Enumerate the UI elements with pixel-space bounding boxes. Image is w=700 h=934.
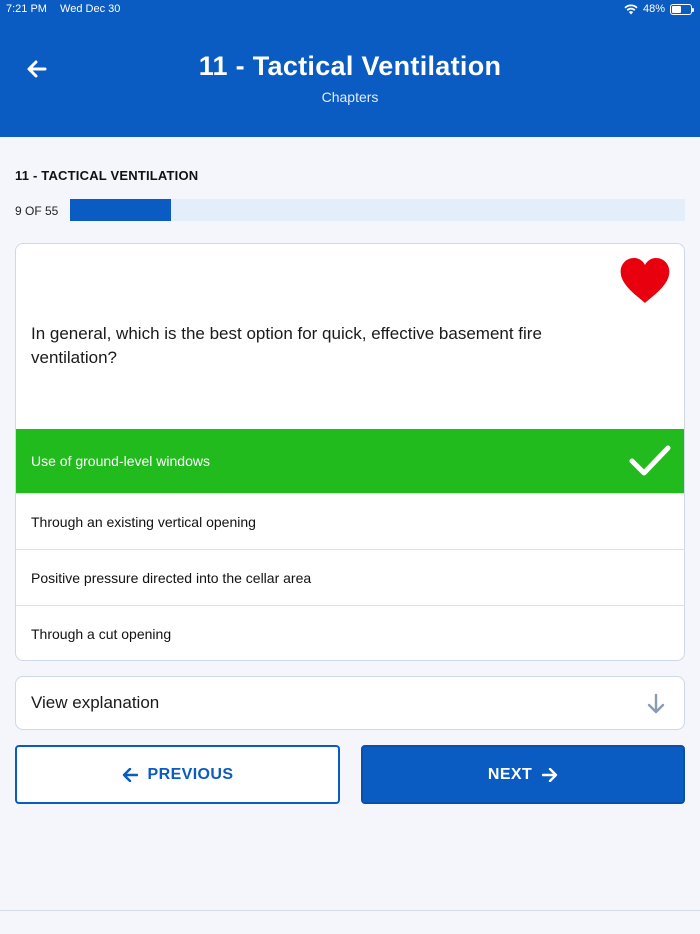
- favorite-button[interactable]: [619, 257, 671, 305]
- section-title: 11 - TACTICAL VENTILATION: [15, 168, 199, 183]
- header: 11 - Tactical Ventilation Chapters: [0, 18, 700, 137]
- page-subtitle: Chapters: [321, 89, 379, 105]
- next-button[interactable]: NEXT: [361, 745, 685, 804]
- answer-option[interactable]: Through an existing vertical opening: [16, 493, 684, 549]
- answer-label: Through a cut opening: [31, 625, 172, 642]
- question-text: In general, which is the best option for…: [31, 324, 542, 367]
- battery-icon: [670, 3, 694, 15]
- answer-label: Positive pressure directed into the cell…: [31, 569, 312, 586]
- answer-label: Through an existing vertical opening: [31, 513, 256, 530]
- battery-percent: 48%: [642, 3, 665, 15]
- checkmark-icon: [629, 445, 671, 476]
- status-date: Wed Dec 30: [60, 3, 121, 15]
- view-explanation-label: View explanation: [31, 693, 160, 712]
- progress-label: 9 OF 55: [15, 204, 59, 218]
- status-bar: 7:21 PM Wed Dec 30 48%: [0, 0, 700, 18]
- previous-button[interactable]: PREVIOUS: [15, 745, 340, 804]
- answer-option[interactable]: Through a cut opening: [16, 605, 684, 660]
- arrow-left-icon: [122, 767, 138, 782]
- answer-label: Use of ground-level windows: [31, 453, 210, 469]
- status-time: 7:21 PM: [6, 3, 47, 15]
- answer-option-correct[interactable]: Use of ground-level windows: [16, 429, 684, 493]
- previous-label: PREVIOUS: [147, 765, 234, 783]
- progress-row: 9 OF 55: [15, 199, 685, 221]
- progress-bar: [70, 199, 685, 221]
- page-title: 11 - Tactical Ventilation: [198, 51, 502, 81]
- wifi-icon: [624, 3, 638, 14]
- answer-option[interactable]: Positive pressure directed into the cell…: [16, 549, 684, 605]
- arrow-right-icon: [542, 767, 558, 782]
- next-label: NEXT: [487, 765, 533, 783]
- arrow-down-icon: [647, 693, 665, 714]
- progress-fill: [70, 199, 171, 221]
- heart-icon: [620, 258, 670, 303]
- view-explanation-button[interactable]: View explanation: [15, 676, 685, 730]
- battery-fill: [672, 5, 681, 13]
- question-card: In general, which is the best option for…: [15, 243, 685, 661]
- divider: [0, 910, 700, 911]
